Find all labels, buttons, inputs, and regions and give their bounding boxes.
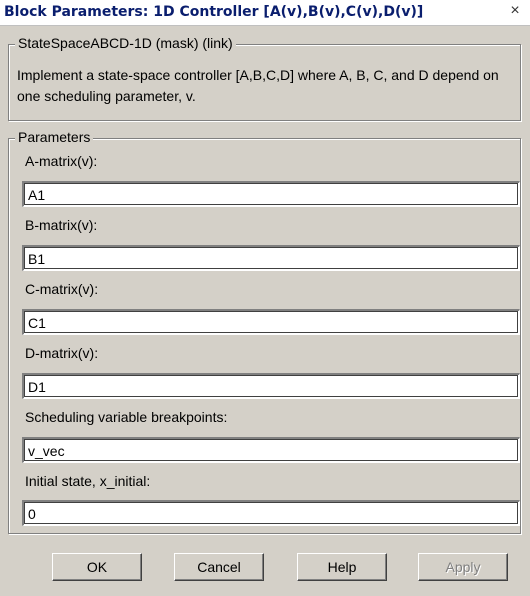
mask-description-group: StateSpaceABCD-1D (mask) (link) Implemen… <box>8 35 521 121</box>
help-button[interactable]: Help <box>297 553 387 581</box>
d-matrix-input[interactable]: D1 <box>22 373 520 399</box>
b-matrix-input[interactable]: B1 <box>22 245 520 271</box>
close-icon[interactable]: × <box>502 0 528 24</box>
breakpoints-input[interactable]: v_vec <box>22 437 520 463</box>
d-matrix-label: D-matrix(v): <box>25 345 99 361</box>
cancel-button[interactable]: Cancel <box>174 553 264 581</box>
mask-description: Implement a state-space controller [A,B,… <box>17 67 499 104</box>
title-bar[interactable]: Block Parameters: 1D Controller [A(v),B(… <box>0 0 530 26</box>
c-matrix-label: C-matrix(v): <box>25 281 99 297</box>
breakpoints-label: Scheduling variable breakpoints: <box>25 409 228 425</box>
initial-state-input[interactable]: 0 <box>22 500 520 526</box>
parameters-legend: Parameters <box>15 129 94 145</box>
ok-button[interactable]: OK <box>52 553 142 581</box>
b-matrix-label: B-matrix(v): <box>25 217 98 233</box>
apply-button[interactable]: Apply <box>418 553 508 581</box>
a-matrix-input[interactable]: A1 <box>22 181 520 207</box>
parameters-group: Parameters A-matrix(v): A1 B-matrix(v): … <box>8 129 521 534</box>
mask-legend: StateSpaceABCD-1D (mask) (link) <box>15 35 236 51</box>
initial-state-label: Initial state, x_initial: <box>25 473 151 489</box>
c-matrix-input[interactable]: C1 <box>22 309 520 335</box>
a-matrix-label: A-matrix(v): <box>25 153 98 169</box>
window-title: Block Parameters: 1D Controller [A(v),B(… <box>4 4 424 20</box>
